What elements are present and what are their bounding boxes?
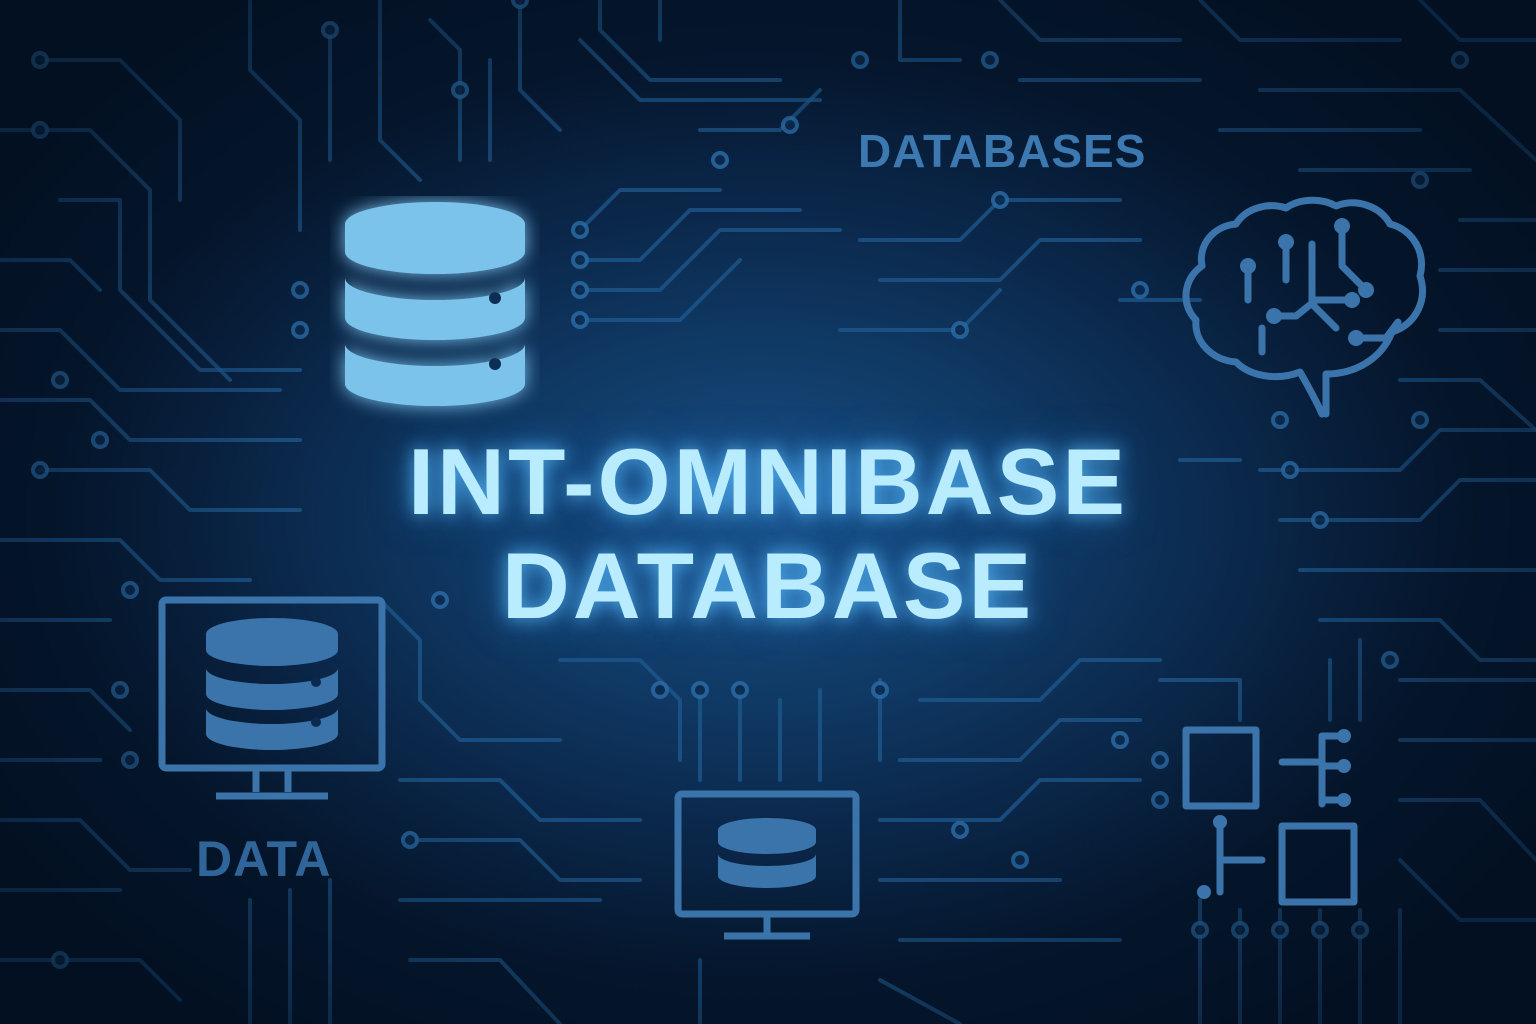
hero-banner: DATABASES DATA INT-OMNIBASE DATABASE: [0, 0, 1536, 1024]
brain-circuit-icon: [1182, 196, 1426, 418]
database-icon: [345, 202, 525, 406]
databases-label: DATABASES: [858, 125, 1147, 177]
data-label: DATA: [196, 831, 332, 887]
network-diagram-icon: [1182, 726, 1358, 906]
monitor-database-small-icon: [674, 790, 860, 940]
title-line-1: INT-OMNIBASE: [407, 429, 1129, 534]
page-title: INT-OMNIBASE DATABASE: [168, 430, 1368, 638]
title-line-2: DATABASE: [501, 533, 1035, 638]
